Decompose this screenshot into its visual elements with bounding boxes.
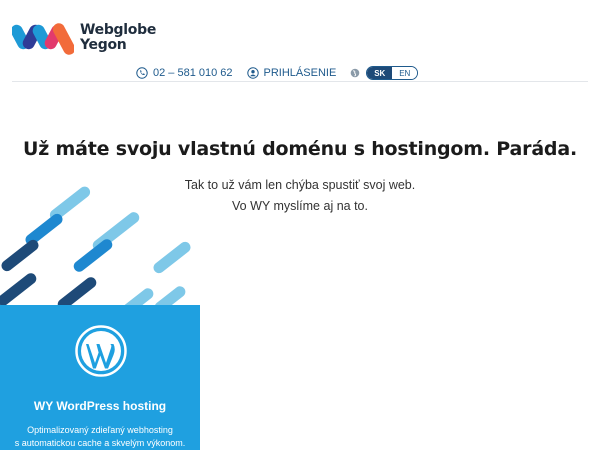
brand-name-line2: Yegon (80, 37, 127, 53)
wy-logo-icon (12, 23, 74, 55)
phone-icon (136, 67, 148, 79)
wordpress-hosting-card[interactable]: WY WordPress hosting Optimalizovaný zdie… (0, 305, 200, 450)
card-description-line2: s automatickou cache a skvelým výkonom. (14, 438, 186, 448)
stripe (0, 237, 41, 274)
header-contacts: 02 – 581 010 62 PRIHLÁSENIE SK EN (136, 66, 419, 80)
phone-number: 02 – 581 010 62 (153, 67, 233, 79)
phone-link[interactable]: 02 – 581 010 62 (136, 67, 233, 79)
lang-sk-button[interactable]: SK (367, 67, 393, 79)
stripe (0, 271, 39, 308)
globe-icon (350, 68, 360, 78)
brand-name-line1: Webglobe (80, 22, 157, 38)
login-label: PRIHLÁSENIE (263, 67, 337, 79)
language-switch: SK EN (366, 66, 419, 80)
login-link[interactable]: PRIHLÁSENIE (246, 67, 337, 79)
stripe (151, 239, 193, 276)
user-icon (246, 67, 259, 79)
card-description: Optimalizovaný zdieľaný webhosting s aut… (0, 424, 200, 450)
decorative-stripes (0, 180, 210, 320)
language-picker (350, 68, 360, 78)
card-description-line1: Optimalizovaný zdieľaný webhosting (27, 425, 173, 435)
card-title: WY WordPress hosting (33, 399, 167, 413)
wordpress-icon (75, 325, 127, 377)
lang-en-button[interactable]: EN (392, 67, 418, 79)
page-headline: Už máte svoju vlastnú doménu s hostingom… (23, 138, 577, 160)
brand-logo[interactable]: Webglobe Yegon (12, 18, 156, 58)
brand-name: Webglobe Yegon (80, 23, 156, 53)
